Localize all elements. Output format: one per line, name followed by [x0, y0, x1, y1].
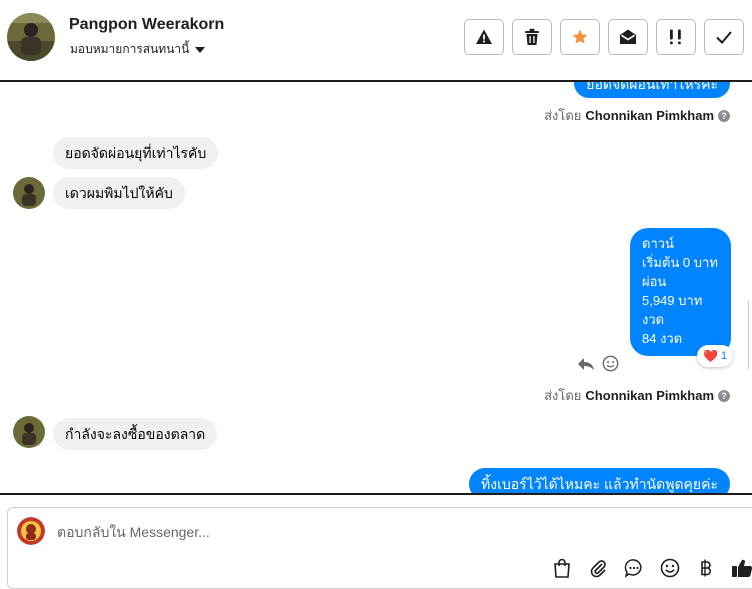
incoming-message[interactable]: กำลังจะลงซื้อของตลาด: [53, 418, 218, 450]
mark-unread-button[interactable]: [608, 19, 648, 55]
incoming-message[interactable]: ยอดจัดผ่อนยุที่เท่าไรคับ: [53, 137, 219, 169]
exclamation-icon: [670, 29, 681, 45]
reaction-count: 1: [720, 350, 728, 362]
message-text: กำลังจะลงซื้อของตลาด: [65, 426, 206, 442]
saved-reply-icon[interactable]: [621, 555, 647, 581]
mark-done-button[interactable]: [704, 19, 744, 55]
incoming-message[interactable]: เดวผมพิมไปให้คับ: [53, 177, 185, 209]
assign-conversation-dropdown[interactable]: มอบหมายการสนทนานี้: [70, 40, 206, 59]
message-thread[interactable]: ยอดจัดผ่อนเท่าไหร่คะ ส่งโดย Chonnikan Pi…: [0, 82, 752, 494]
page-avatar: [17, 517, 45, 545]
follow-up-button[interactable]: [656, 19, 696, 55]
sent-by-prefix: ส่งโดย: [544, 388, 582, 403]
reply-composer: [7, 507, 752, 589]
contact-avatar[interactable]: [7, 13, 55, 61]
reply-input[interactable]: [57, 524, 557, 540]
help-icon[interactable]: ?: [718, 109, 730, 122]
emoji-icon[interactable]: [657, 555, 683, 581]
delete-button[interactable]: [512, 19, 552, 55]
composer-divider: [0, 493, 752, 495]
warning-icon: [476, 29, 492, 44]
shopping-bag-icon[interactable]: [549, 555, 575, 581]
reply-icon[interactable]: [577, 356, 595, 372]
sender-name: Chonnikan Pimkham: [585, 388, 714, 403]
message-text: ทิ้งเบอร์ไว้ได้ไหมคะ แล้วทำนัดพูดคุยค่ะ: [481, 476, 718, 492]
message-line: ผ่อน: [642, 274, 667, 289]
star-button[interactable]: [560, 19, 600, 55]
message-text: ยอดจัดผ่อนยุที่เท่าไรคับ: [65, 145, 207, 161]
baht-icon[interactable]: [693, 555, 719, 581]
sent-by-label: ส่งโดย Chonnikan Pimkham ?: [544, 385, 730, 406]
conversation-header: Pangpon Weerakorn มอบหมายการสนทนานี้: [0, 0, 752, 81]
message-line: ดาวน์: [642, 236, 674, 251]
message-text: เดวผมพิมไปให้คับ: [65, 185, 173, 201]
paperclip-icon[interactable]: [585, 555, 611, 581]
sent-by-label: ส่งโดย Chonnikan Pimkham ?: [544, 105, 730, 126]
checkmark-icon: [716, 31, 732, 44]
star-icon: [572, 29, 588, 44]
message-text: ยอดจัดผ่อนเท่าไหร่คะ: [586, 82, 718, 92]
message-line: 5,949 บาท: [642, 293, 703, 308]
envelope-open-icon: [620, 29, 636, 44]
outgoing-message-partial[interactable]: ยอดจัดผ่อนเท่าไหร่คะ: [574, 82, 730, 98]
chevron-down-icon: [195, 46, 206, 53]
message-reaction[interactable]: ❤️ 1: [697, 345, 734, 367]
thumbs-up-icon[interactable]: [729, 555, 752, 581]
react-emoji-icon[interactable]: [602, 355, 619, 372]
message-line: งวด: [642, 312, 665, 327]
sent-by-prefix: ส่งโดย: [544, 108, 582, 123]
outgoing-message[interactable]: ทิ้งเบอร์ไว้ได้ไหมคะ แล้วทำนัดพูดคุยค่ะ: [469, 468, 730, 494]
help-icon[interactable]: ?: [718, 389, 730, 402]
sender-name: Chonnikan Pimkham: [585, 108, 714, 123]
contact-name[interactable]: Pangpon Weerakorn: [69, 16, 224, 34]
assign-label: มอบหมายการสนทนานี้: [70, 42, 190, 56]
contact-avatar-small[interactable]: [13, 416, 45, 448]
side-panel-edge: [748, 300, 752, 370]
heart-icon: ❤️: [703, 349, 718, 363]
message-line: เริ่มต้น 0 บาท: [642, 255, 718, 270]
trash-icon: [525, 28, 539, 45]
report-spam-button[interactable]: [464, 19, 504, 55]
contact-avatar-small[interactable]: [13, 177, 45, 209]
outgoing-message[interactable]: ดาวน์ เริ่มต้น 0 บาท ผ่อน 5,949 บาท งวด …: [630, 228, 731, 356]
